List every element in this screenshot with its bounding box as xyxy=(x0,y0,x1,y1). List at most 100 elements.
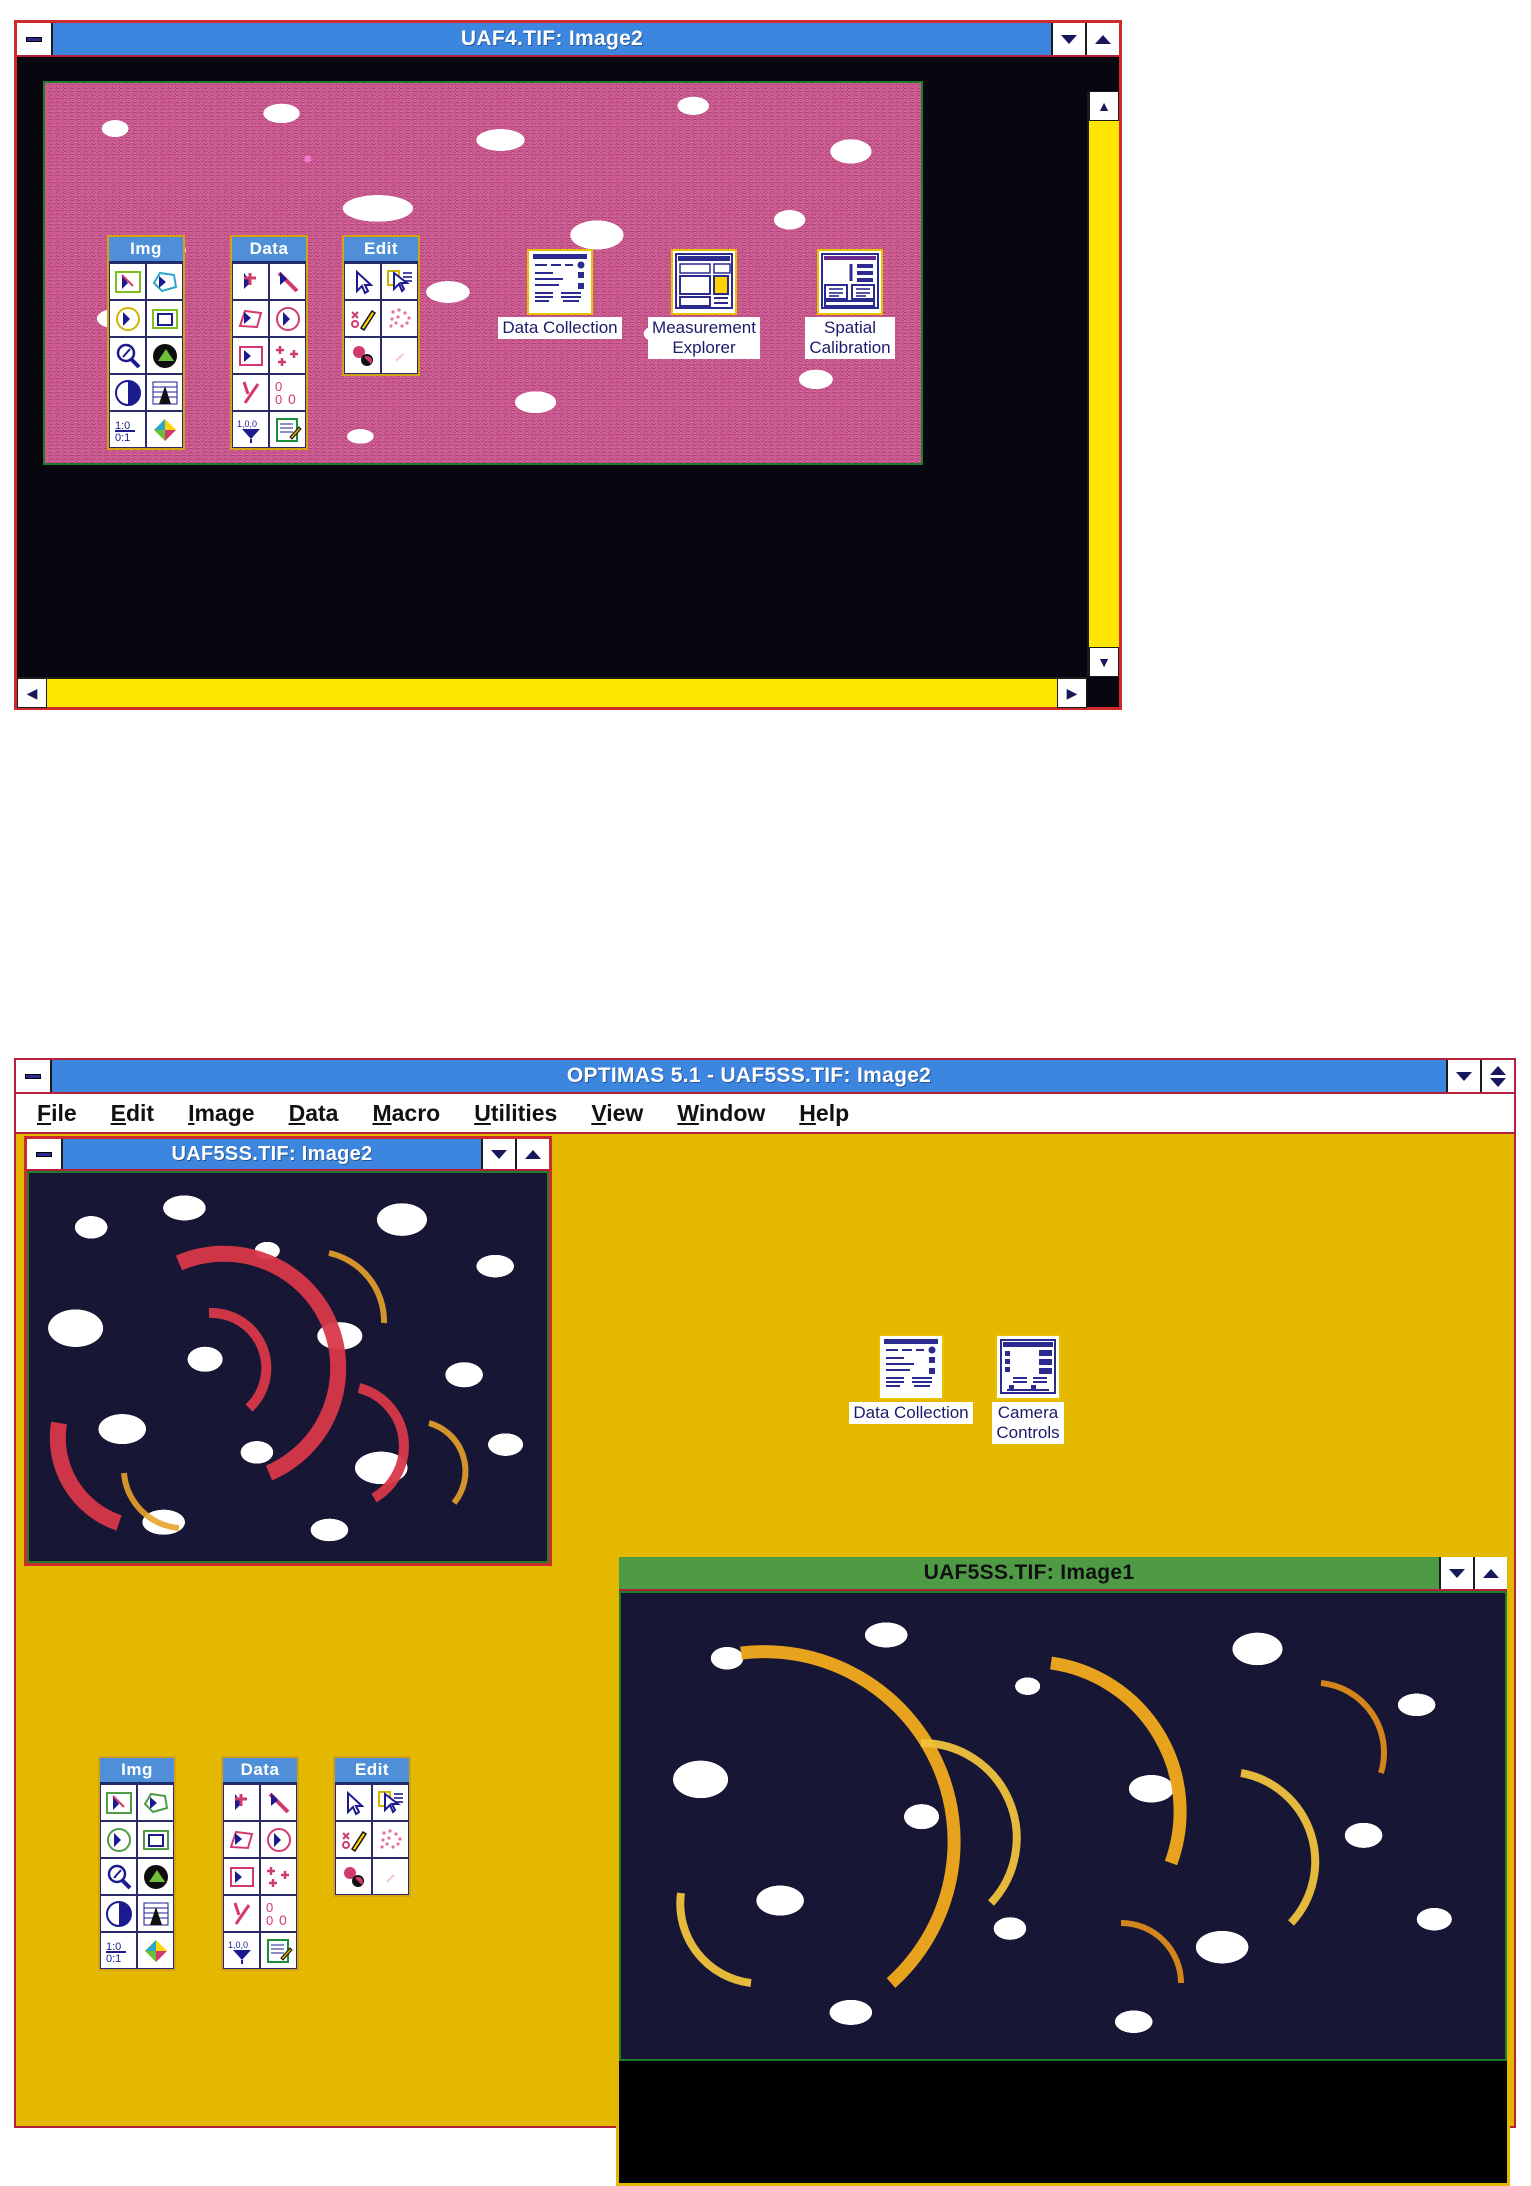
tool-arrow-in-polygon-icon[interactable] xyxy=(146,263,183,300)
menu-edit[interactable]: Edit xyxy=(94,1093,171,1133)
tool-angle-icon[interactable] xyxy=(223,1895,260,1932)
tool-count-icon[interactable]: 000 xyxy=(269,374,306,411)
tool-circle-area-icon[interactable] xyxy=(269,300,306,337)
tool-paint-blob-icon[interactable] xyxy=(335,1858,372,1895)
menu-window[interactable]: Window xyxy=(660,1093,782,1133)
tool-arrow-in-circle-icon[interactable] xyxy=(109,300,146,337)
palette-data-app[interactable]: Data 000 1,0,0 xyxy=(221,1756,299,1971)
tool-count-icon[interactable]: 000 xyxy=(260,1895,297,1932)
tool-blank-icon[interactable] xyxy=(372,1858,409,1895)
titlebar-image1[interactable]: UAF5SS.TIF: Image1 xyxy=(619,1557,1507,1591)
menu-utilities[interactable]: Utilities xyxy=(457,1093,574,1133)
vertical-scrollbar[interactable]: ▲ ▼ xyxy=(1087,91,1119,677)
titlebar-optimas[interactable]: OPTIMAS 5.1 - UAF5SS.TIF: Image2 xyxy=(16,1060,1514,1094)
doc1-maximize-button[interactable] xyxy=(1473,1557,1507,1589)
tool-select-region-icon[interactable] xyxy=(381,263,418,300)
image-window-uaf4[interactable]: UAF4.TIF: Image2 Img 1:0 0:1 Data 0 0 0 … xyxy=(14,20,1122,710)
program-icon-camera-controls[interactable]: Camera Controls xyxy=(976,1334,1080,1444)
tool-point-measure-icon[interactable] xyxy=(232,263,269,300)
tool-arrow-in-polygon-icon[interactable] xyxy=(137,1784,174,1821)
tool-multi-point-icon[interactable] xyxy=(269,337,306,374)
doc2-system-menu-button[interactable] xyxy=(27,1139,63,1169)
micrograph-image2-container[interactable] xyxy=(27,1171,549,1563)
menu-file[interactable]: File xyxy=(20,1093,94,1133)
tool-rect-area-icon[interactable] xyxy=(232,337,269,374)
tool-polygon-area-icon[interactable] xyxy=(232,300,269,337)
tool-paint-blob-icon[interactable] xyxy=(344,337,381,374)
tool-arrow-in-rectangle-icon[interactable] xyxy=(109,263,146,300)
tool-select-region-icon[interactable] xyxy=(372,1784,409,1821)
tool-pencil-edit-icon[interactable] xyxy=(335,1821,372,1858)
menu-bar[interactable]: File Edit Image Data Macro Utilities Vie… xyxy=(16,1094,1514,1134)
tool-color-palette-icon[interactable] xyxy=(146,411,183,448)
tool-line-measure-icon[interactable] xyxy=(269,263,306,300)
menu-help[interactable]: Help xyxy=(782,1093,866,1133)
doc2-minimize-button[interactable] xyxy=(481,1139,515,1169)
palette-data[interactable]: Data 000 1,0,0 xyxy=(230,235,308,450)
tool-calibrate-icon[interactable]: 1,0,0 xyxy=(232,411,269,448)
menu-image[interactable]: Image xyxy=(171,1093,271,1133)
tool-arrow-in-rectangle-icon[interactable] xyxy=(100,1784,137,1821)
system-menu-button[interactable] xyxy=(17,23,53,55)
tool-blank-icon[interactable] xyxy=(381,337,418,374)
palette-img-app[interactable]: Img 1:0 0:1 xyxy=(98,1756,176,1971)
program-icon-spatial-calibration[interactable]: Spatial Calibration xyxy=(785,249,915,359)
minimize-button[interactable] xyxy=(1051,23,1085,55)
tool-calibrate-icon[interactable]: 1,0,0 xyxy=(223,1932,260,1969)
document-window-image1[interactable]: UAF5SS.TIF: Image1 xyxy=(616,1554,1510,2186)
program-icon-data-collection[interactable]: Data Collection xyxy=(495,249,625,339)
tool-contrast-sphere-icon[interactable] xyxy=(146,337,183,374)
menu-view[interactable]: View xyxy=(574,1093,660,1133)
tool-line-measure-icon[interactable] xyxy=(260,1784,297,1821)
titlebar-uaf4[interactable]: UAF4.TIF: Image2 xyxy=(17,23,1119,57)
tool-pointer-icon[interactable] xyxy=(344,263,381,300)
tool-circle-area-icon[interactable] xyxy=(260,1821,297,1858)
scroll-right-button[interactable]: ▶ xyxy=(1057,678,1087,708)
tool-half-circle-icon[interactable] xyxy=(100,1895,137,1932)
tool-pointer-icon[interactable] xyxy=(335,1784,372,1821)
tool-notepad-icon[interactable] xyxy=(269,411,306,448)
maximize-button[interactable] xyxy=(1085,23,1119,55)
document-window-image2[interactable]: UAF5SS.TIF: Image2 xyxy=(24,1136,552,1566)
tool-histogram-mountain-icon[interactable] xyxy=(137,1895,174,1932)
tool-rect-area-icon[interactable] xyxy=(223,1858,260,1895)
horizontal-scrollbar[interactable]: ◀ ▶ xyxy=(17,677,1087,708)
menu-data[interactable]: Data xyxy=(272,1093,356,1133)
tool-magnifier-icon[interactable] xyxy=(100,1858,137,1895)
tool-one-to-one-icon[interactable]: 1:0 0:1 xyxy=(109,411,146,448)
menu-macro[interactable]: Macro xyxy=(355,1093,457,1133)
tool-point-measure-icon[interactable] xyxy=(223,1784,260,1821)
palette-edit[interactable]: Edit xyxy=(342,235,420,376)
scroll-left-button[interactable]: ◀ xyxy=(17,678,47,708)
app-minimize-button[interactable] xyxy=(1446,1060,1480,1092)
app-restore-button[interactable] xyxy=(1480,1060,1514,1092)
tool-magnifier-icon[interactable] xyxy=(109,337,146,374)
tool-filled-rectangle-icon[interactable] xyxy=(146,300,183,337)
tool-histogram-mountain-icon[interactable] xyxy=(146,374,183,411)
palette-img[interactable]: Img 1:0 0:1 xyxy=(107,235,185,450)
tool-pencil-edit-icon[interactable] xyxy=(344,300,381,337)
tool-contrast-sphere-icon[interactable] xyxy=(137,1858,174,1895)
optimas-application-window[interactable]: OPTIMAS 5.1 - UAF5SS.TIF: Image2 File Ed… xyxy=(14,1058,1516,2186)
doc2-maximize-button[interactable] xyxy=(515,1139,549,1169)
tool-one-to-one-icon[interactable]: 1:0 0:1 xyxy=(100,1932,137,1969)
tool-multi-point-icon[interactable] xyxy=(260,1858,297,1895)
tool-filled-rectangle-icon[interactable] xyxy=(137,1821,174,1858)
scroll-up-button[interactable]: ▲ xyxy=(1089,91,1119,121)
micrograph-image1-container[interactable] xyxy=(619,1591,1507,2183)
program-icon-measurement-explorer[interactable]: Measurement Explorer xyxy=(639,249,769,359)
palette-edit-app[interactable]: Edit xyxy=(333,1756,411,1897)
tool-angle-icon[interactable] xyxy=(232,374,269,411)
app-system-menu-button[interactable] xyxy=(16,1060,52,1092)
tool-speckle-icon[interactable] xyxy=(372,1821,409,1858)
scroll-down-button[interactable]: ▼ xyxy=(1089,647,1119,677)
tool-arrow-in-circle-icon[interactable] xyxy=(100,1821,137,1858)
titlebar-image2[interactable]: UAF5SS.TIF: Image2 xyxy=(27,1139,549,1171)
tool-half-circle-icon[interactable] xyxy=(109,374,146,411)
tool-color-palette-icon[interactable] xyxy=(137,1932,174,1969)
doc1-minimize-button[interactable] xyxy=(1439,1557,1473,1589)
tool-speckle-icon[interactable] xyxy=(381,300,418,337)
tool-notepad-icon[interactable] xyxy=(260,1932,297,1969)
program-icon-data-collection-app[interactable]: Data Collection xyxy=(846,1334,976,1424)
tool-polygon-area-icon[interactable] xyxy=(223,1821,260,1858)
